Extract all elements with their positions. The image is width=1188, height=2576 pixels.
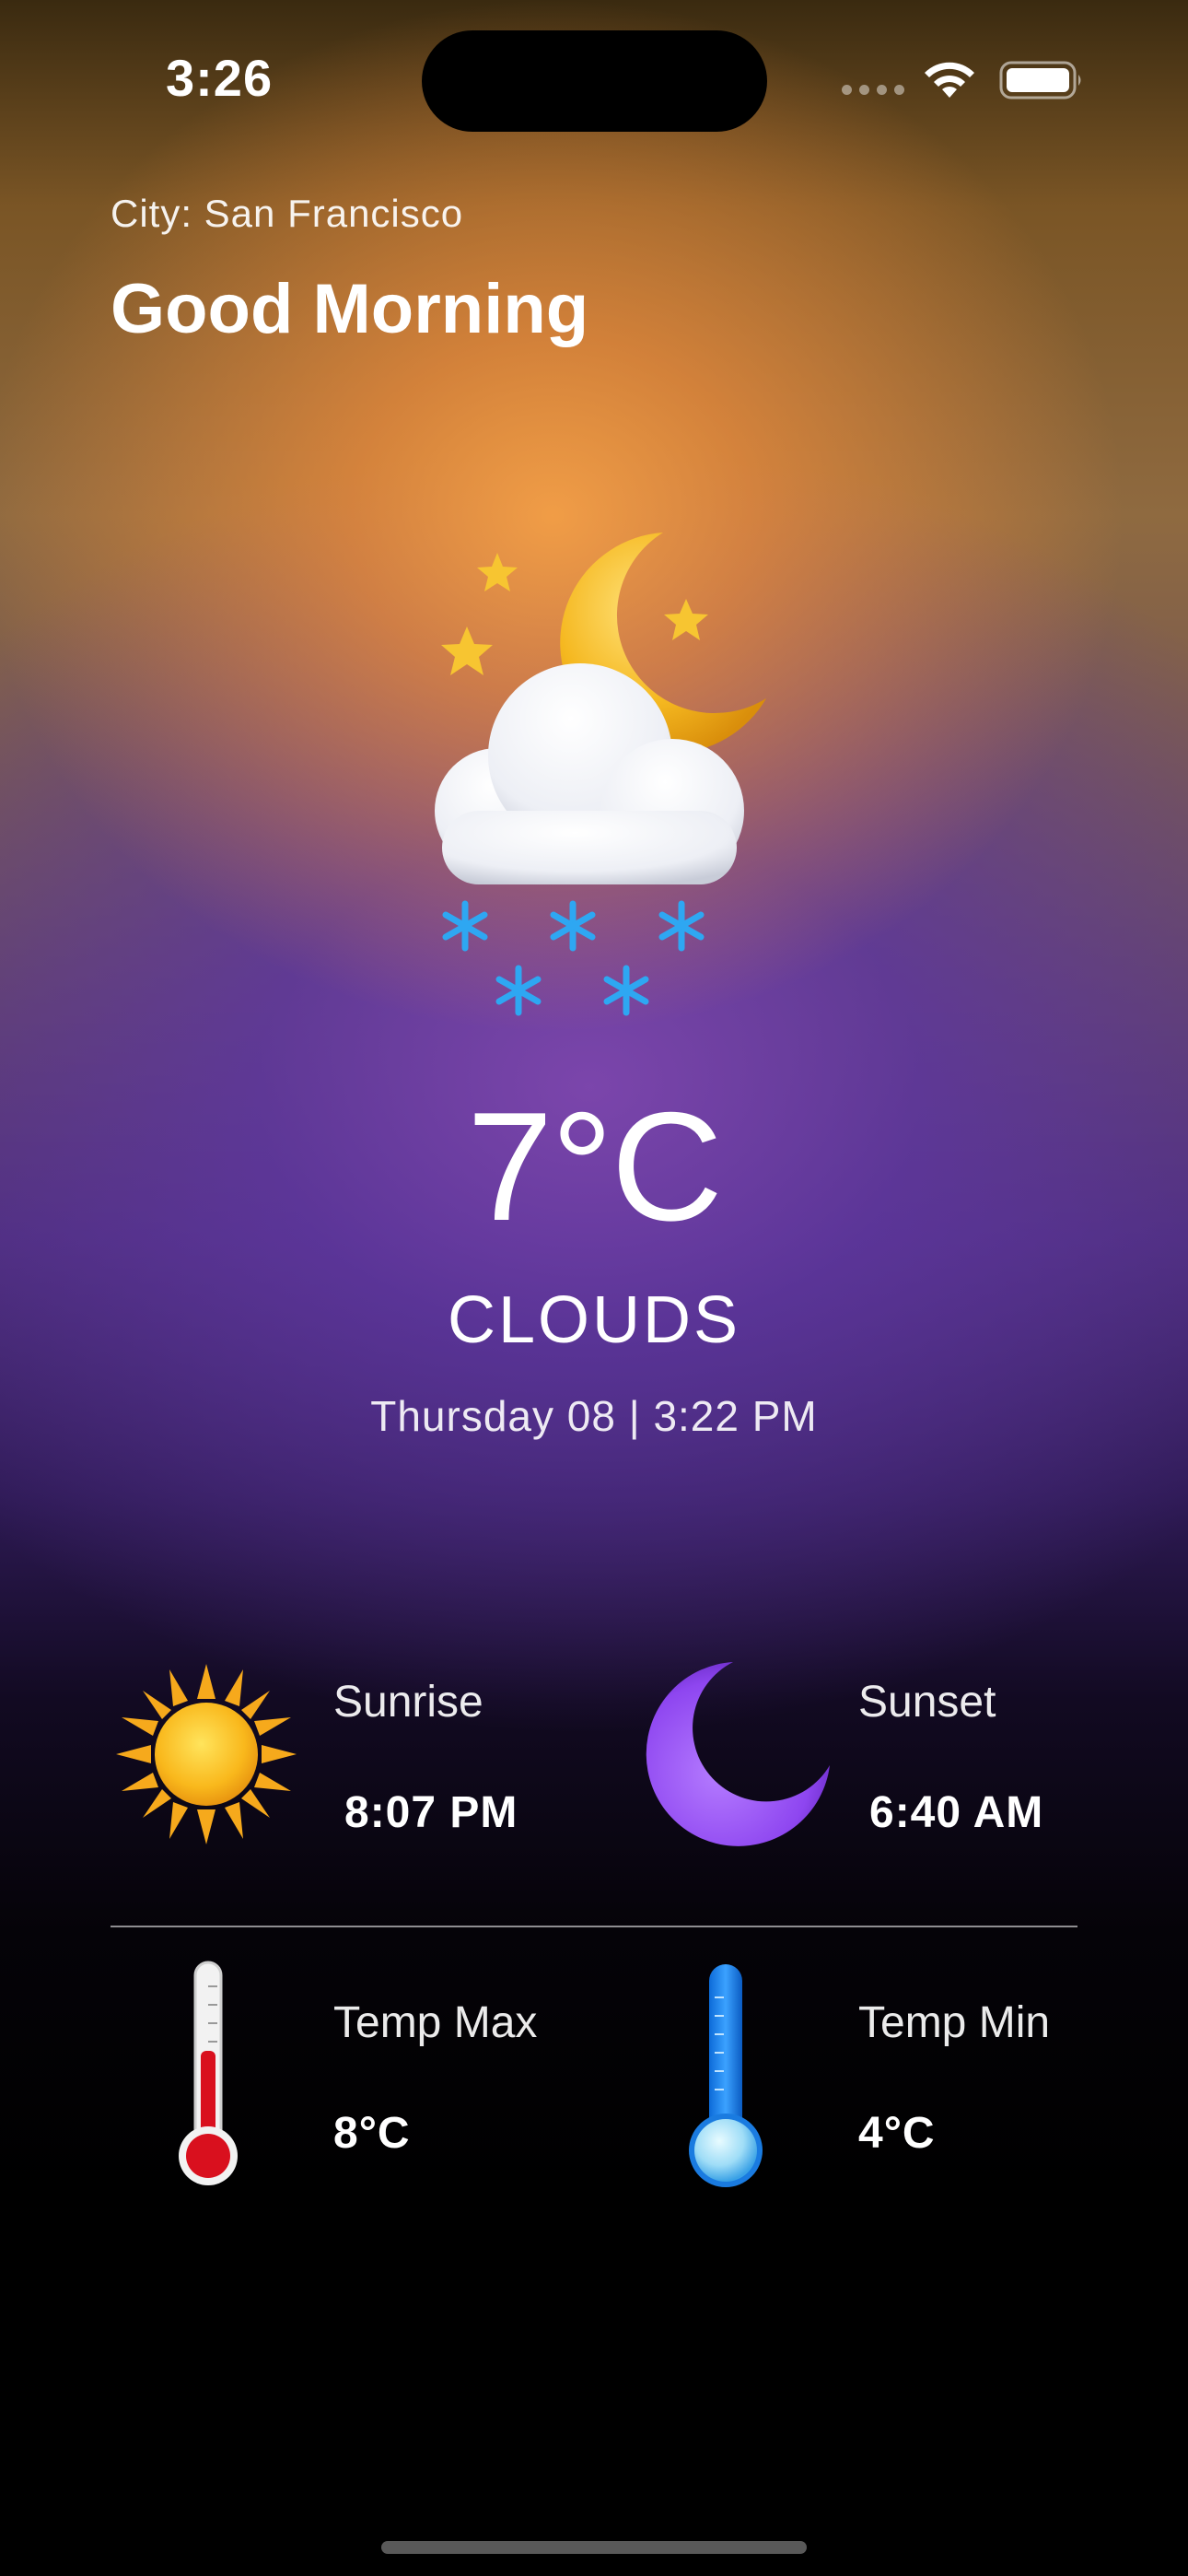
divider xyxy=(111,1926,1077,1927)
sunset-value: 6:40 AM xyxy=(869,1788,1044,1837)
night-cloud-snow-icon xyxy=(435,533,766,1016)
greeting-title: Good Morning xyxy=(111,270,589,348)
temp-max-label: Temp Max xyxy=(333,1998,538,2047)
status-time: 3:26 xyxy=(166,49,274,107)
city-label: City: San Francisco xyxy=(111,192,464,235)
temp-min-label: Temp Min xyxy=(858,1998,1051,2047)
cellular-signal-icon xyxy=(842,85,904,95)
thermometer-cold-icon xyxy=(689,1964,763,2187)
home-indicator[interactable] xyxy=(381,2541,807,2554)
sun-icon xyxy=(116,1664,297,1844)
weather-condition: CLOUDS xyxy=(447,1283,741,1357)
temp-min-value: 4°C xyxy=(858,2109,936,2158)
date-time: Thursday 08 | 3:22 PM xyxy=(370,1392,818,1440)
sunset-label: Sunset xyxy=(858,1678,996,1727)
temp-max-value: 8°C xyxy=(333,2109,411,2158)
thermometer-hot-icon xyxy=(179,1961,238,2185)
battery-icon xyxy=(999,61,1081,100)
current-temperature: 7°C xyxy=(467,1080,723,1253)
sunrise-label: Sunrise xyxy=(333,1678,483,1727)
moon-icon xyxy=(646,1662,830,1846)
sunrise-value: 8:07 PM xyxy=(344,1788,518,1837)
wifi-icon xyxy=(925,62,974,98)
dynamic-island xyxy=(422,30,767,132)
